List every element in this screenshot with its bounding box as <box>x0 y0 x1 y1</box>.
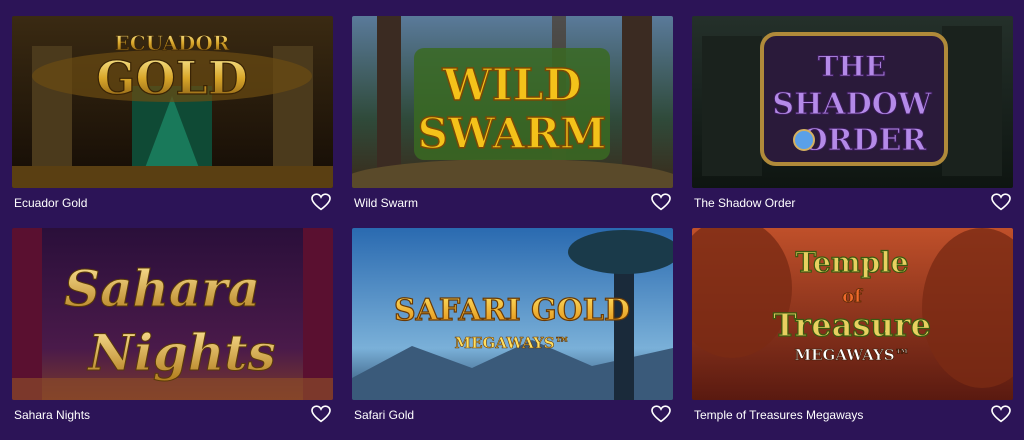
game-title[interactable]: Ecuador Gold <box>14 196 87 210</box>
shadow-order-artwork: THE SHADOW ORDER <box>692 16 1013 188</box>
heart-outline-icon[interactable] <box>311 193 331 211</box>
game-grid: ECUADOR GOLD Ecuador Gold WILD SWARM Wil… <box>12 16 1013 428</box>
temple-of-treasure-artwork: Temple of Treasure MEGAWAYS™ <box>692 228 1013 400</box>
game-title[interactable]: Temple of Treasures Megaways <box>694 408 863 422</box>
game-caption: Sahara Nights <box>12 400 333 428</box>
logo-line: SWARM <box>418 109 607 158</box>
logo-line: GOLD <box>96 51 248 105</box>
logo-line: Treasure <box>773 306 931 344</box>
game-title[interactable]: Safari Gold <box>354 408 414 422</box>
game-card-ecuador-gold[interactable]: ECUADOR GOLD Ecuador Gold <box>12 16 333 216</box>
game-card-the-shadow-order[interactable]: THE SHADOW ORDER The Shadow Order <box>692 16 1013 216</box>
game-thumbnail[interactable]: Temple of Treasure MEGAWAYS™ <box>692 228 1013 400</box>
heart-outline-icon[interactable] <box>311 405 331 423</box>
ecuador-gold-artwork: ECUADOR GOLD <box>12 16 333 188</box>
logo-line: Temple <box>795 246 908 279</box>
wild-swarm-artwork: WILD SWARM <box>352 16 673 188</box>
logo-line: THE <box>818 50 887 83</box>
logo-line: ORDER <box>802 123 928 158</box>
heart-outline-icon[interactable] <box>991 405 1011 423</box>
game-caption: Temple of Treasures Megaways <box>692 400 1013 428</box>
logo-line: MEGAWAYS™ <box>454 334 569 352</box>
game-title[interactable]: The Shadow Order <box>694 196 795 210</box>
game-caption: The Shadow Order <box>692 188 1013 216</box>
game-card-safari-gold[interactable]: SAFARI GOLD MEGAWAYS™ Safari Gold <box>352 228 673 428</box>
heart-outline-icon[interactable] <box>651 193 671 211</box>
logo-line: SAFARI GOLD <box>394 293 630 328</box>
game-thumbnail[interactable]: THE SHADOW ORDER <box>692 16 1013 188</box>
game-thumbnail[interactable]: Sahara Nights <box>12 228 333 400</box>
logo-line: SHADOW <box>772 87 932 122</box>
heart-outline-icon[interactable] <box>991 193 1011 211</box>
game-title[interactable]: Wild Swarm <box>354 196 418 210</box>
sahara-nights-artwork: Sahara Nights <box>12 228 333 400</box>
heart-outline-icon[interactable] <box>651 405 671 423</box>
game-title[interactable]: Sahara Nights <box>14 408 90 422</box>
logo-line: Nights <box>86 323 275 382</box>
game-card-wild-swarm[interactable]: WILD SWARM Wild Swarm <box>352 16 673 216</box>
game-thumbnail[interactable]: WILD SWARM <box>352 16 673 188</box>
logo-line: of <box>842 286 863 307</box>
safari-gold-artwork: SAFARI GOLD MEGAWAYS™ <box>352 228 673 400</box>
logo-line: MEGAWAYS™ <box>794 346 909 364</box>
game-caption: Wild Swarm <box>352 188 673 216</box>
game-card-sahara-nights[interactable]: Sahara Nights Sahara Nights <box>12 228 333 428</box>
game-card-temple-of-treasures[interactable]: Temple of Treasure MEGAWAYS™ Temple of T… <box>692 228 1013 428</box>
game-caption: Ecuador Gold <box>12 188 333 216</box>
game-thumbnail[interactable]: SAFARI GOLD MEGAWAYS™ <box>352 228 673 400</box>
logo-line: WILD <box>441 60 581 111</box>
game-caption: Safari Gold <box>352 400 673 428</box>
game-thumbnail[interactable]: ECUADOR GOLD <box>12 16 333 188</box>
logo-line: Sahara <box>64 259 260 318</box>
